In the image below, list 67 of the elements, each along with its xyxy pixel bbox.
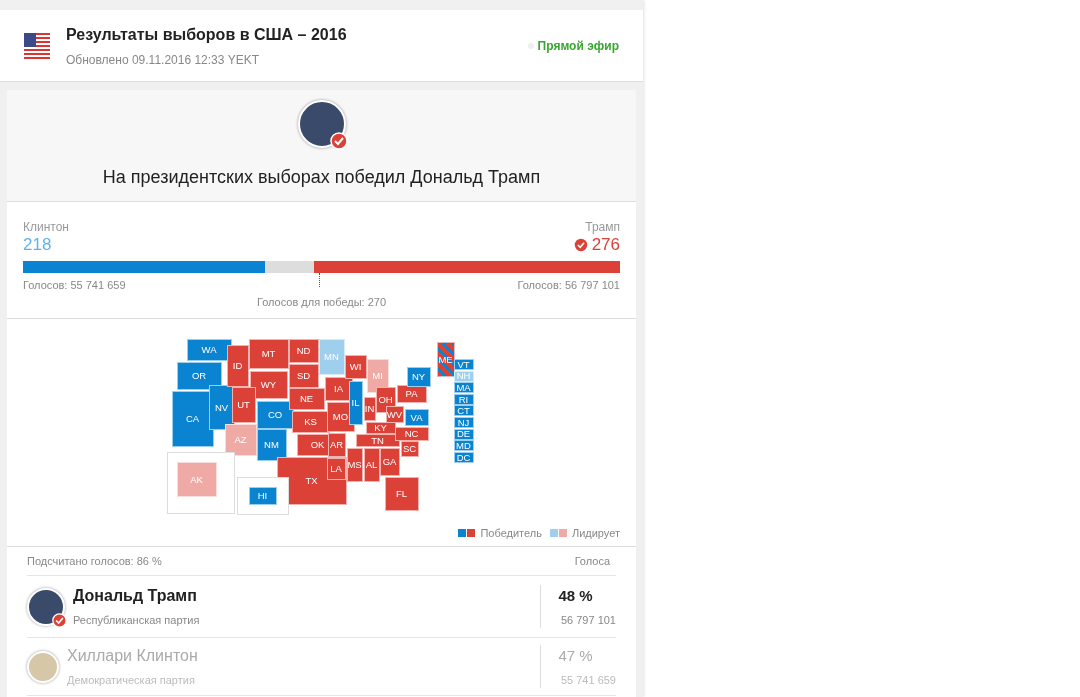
party-name: Республиканская партия [73,613,201,629]
threshold-label: Голосов для победы: 270 [255,294,388,310]
state-area: WA [186,339,232,361]
legend-label: Лидирует [571,526,620,541]
state-area: WY [249,371,288,399]
state-area: CT [453,405,474,417]
state-area: MN [318,339,345,375]
state-area: FL [384,477,419,511]
state-area: NH [453,370,474,382]
counted-label: Подсчитано голосов: 86 % [27,553,162,569]
legend-label: Победитель [480,526,542,541]
clinton-name: Клинтон [23,219,69,236]
state-area: OR [176,362,222,390]
state-area: IN [363,397,376,421]
state-area: NM [256,429,287,461]
state-area: CA [171,391,214,447]
popular-votes: Голосов: 55 741 659 [23,278,126,293]
state-area: NJ [453,417,474,428]
state-area: ID [226,345,249,387]
state-area: DE [453,428,474,440]
clinton-electoral-votes: 218 [23,236,52,253]
state-area: ND [288,339,319,363]
threshold-marker [319,273,321,287]
updated-text: Обновлено 09.11.2016 12:33 YEKT [66,51,261,69]
trump-electoral-votes: 276 [591,236,620,253]
state-area: NY [406,367,431,387]
page-title: Результаты выборов в США – 2016 [66,24,348,45]
state-area: AK [176,462,217,497]
trump-name: Трамп [584,219,620,236]
state-area: RI [453,393,474,405]
state-area: WI [344,355,367,379]
state-area: PA [396,385,427,403]
popular-votes: Голосов: 56 797 101 [517,278,620,293]
candidate-name: Хиллари Клинтон [67,646,199,667]
state-area: MT [248,339,289,369]
vote-percent: 47 % [557,646,594,666]
state-area: HI [248,487,277,505]
state-area: GA [379,448,400,476]
state-area: KY [365,422,396,434]
party-name: Демократическая партия [67,673,196,689]
votes-heading: Голоса [574,553,610,569]
state-area: AR [327,433,346,457]
state-area: NC [394,427,429,441]
state-area: WV [385,406,404,423]
vote-count: 55 741 659 [559,672,616,688]
live-label[interactable]: Прямой эфир [537,36,619,55]
state-area: DC [453,451,474,463]
winner-headline: На президентских выборах победил Дональд Трамп [102,166,541,189]
state-area: SD [288,364,319,388]
state-area: AZ [224,424,257,456]
state-area: KS [291,411,330,433]
state-area: TN [355,434,400,447]
vote-percent: 48 % [557,586,594,606]
state-area: VT [453,359,474,370]
state-area: MA [453,382,474,394]
state-area: NE [288,388,325,410]
candidate-avatar [27,650,59,683]
state-area: MD [453,440,474,452]
state-area: CO [256,401,294,429]
state-area: SC [400,441,419,457]
state-area: VA [404,409,429,426]
state-area: UT [231,387,256,423]
state-area: AL [363,448,380,482]
state-area: MS [346,448,363,482]
vote-count: 56 797 101 [559,612,616,628]
candidate-name: Дональд Трамп [73,586,198,607]
flag-icon [24,32,50,59]
